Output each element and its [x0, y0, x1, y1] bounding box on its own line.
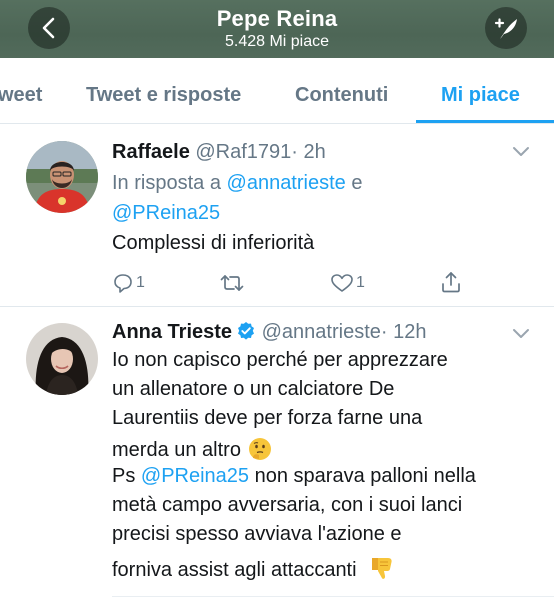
tweet-text-segment: Ps	[112, 465, 136, 487]
tweet-text-segment: non sparava palloni nella	[254, 465, 476, 487]
tweet-text-line: precisi spesso avviava l'azione e	[112, 523, 402, 545]
verified-badge-icon	[238, 322, 255, 340]
tab-tweet-e-risposte[interactable]: Tweet e risposte	[86, 84, 241, 107]
author-name[interactable]: Anna Trieste	[112, 321, 232, 343]
mention-link[interactable]: @PReina25	[141, 465, 249, 487]
mention-link[interactable]: @PReina25	[112, 202, 220, 224]
reply-context: In risposta a @annatrieste e	[112, 172, 362, 195]
reply-context-line2: @PReina25	[112, 202, 220, 225]
author-handle[interactable]: @Raf1791	[195, 141, 291, 163]
tweet-text-segment: merda un altro	[112, 439, 241, 461]
tweet[interactable]: Raffaele @Raf1791· 2h In risposta a @ann…	[0, 124, 554, 306]
tweet-time: · 2h	[291, 141, 326, 163]
thumbs-down-emoji-icon	[368, 554, 396, 588]
chevron-down-icon[interactable]	[512, 328, 530, 340]
reply-prefix: In risposta a	[112, 172, 221, 194]
chevron-down-icon[interactable]	[512, 146, 530, 158]
retweet-icon	[220, 275, 244, 291]
retweet-button[interactable]	[219, 272, 245, 294]
reply-icon	[114, 274, 132, 293]
compose-feather-icon	[494, 18, 517, 39]
heart-icon	[331, 274, 353, 292]
author-name[interactable]: Raffaele	[112, 141, 190, 163]
tweet-text-line: metà campo avversaria, con i suoi lanci	[112, 494, 463, 516]
reply-and: e	[351, 172, 363, 194]
likes-count: 5.428 Mi piace	[224, 33, 330, 50]
compose-tweet-button[interactable]	[485, 7, 527, 49]
tweet-text-line: merda un altro	[112, 436, 273, 468]
tweet-text-line: Laurentiis deve per forza farne una	[112, 407, 423, 429]
active-tab-indicator	[416, 120, 554, 123]
avatar[interactable]	[26, 141, 98, 213]
tweet-text-line: forniva assist agli attaccanti	[112, 554, 396, 588]
mention-link[interactable]: @annatrieste	[227, 172, 346, 194]
share-icon	[442, 272, 460, 293]
reply-count: 1	[136, 274, 145, 291]
like-button[interactable]: 1	[330, 272, 365, 294]
tweet-text-line: Ps @PReina25 non sparava palloni nella	[112, 465, 476, 488]
profile-tabs: weet Tweet e risposte Contenuti Mi piace	[0, 58, 554, 124]
tab-mi-piace[interactable]: Mi piace	[441, 84, 520, 107]
avatar[interactable]	[26, 323, 98, 395]
avatar-image	[26, 323, 98, 395]
profile-header: Pepe Reina 5.428 Mi piace	[0, 0, 554, 58]
tweet-header: Anna Trieste @annatrieste· 12h	[112, 321, 426, 344]
tweet-header: Raffaele @Raf1791· 2h	[112, 141, 326, 164]
profile-name: Pepe Reina	[216, 6, 338, 31]
share-button[interactable]	[440, 270, 462, 294]
thinking-face-emoji-icon	[247, 436, 273, 468]
tweet-text: Complessi di inferiorità	[112, 232, 315, 254]
tweet-text-line: Io non capisco perché per apprezzare	[112, 349, 448, 371]
tweet-text-line: un allenatore o un calciatore De	[112, 378, 395, 400]
tab-tweet[interactable]: weet	[0, 84, 42, 107]
tweet-time: · 12h	[380, 321, 427, 343]
reply-button[interactable]: 1	[112, 272, 145, 294]
avatar-image	[26, 141, 98, 213]
author-handle[interactable]: @annatrieste	[262, 321, 381, 343]
tweet[interactable]: Anna Trieste @annatrieste· 12h Io non ca…	[0, 307, 554, 600]
tweet-text-segment: forniva assist agli attaccanti	[112, 559, 357, 581]
like-count: 1	[356, 274, 365, 291]
tab-contenuti[interactable]: Contenuti	[295, 84, 388, 107]
card-edge	[112, 596, 554, 597]
